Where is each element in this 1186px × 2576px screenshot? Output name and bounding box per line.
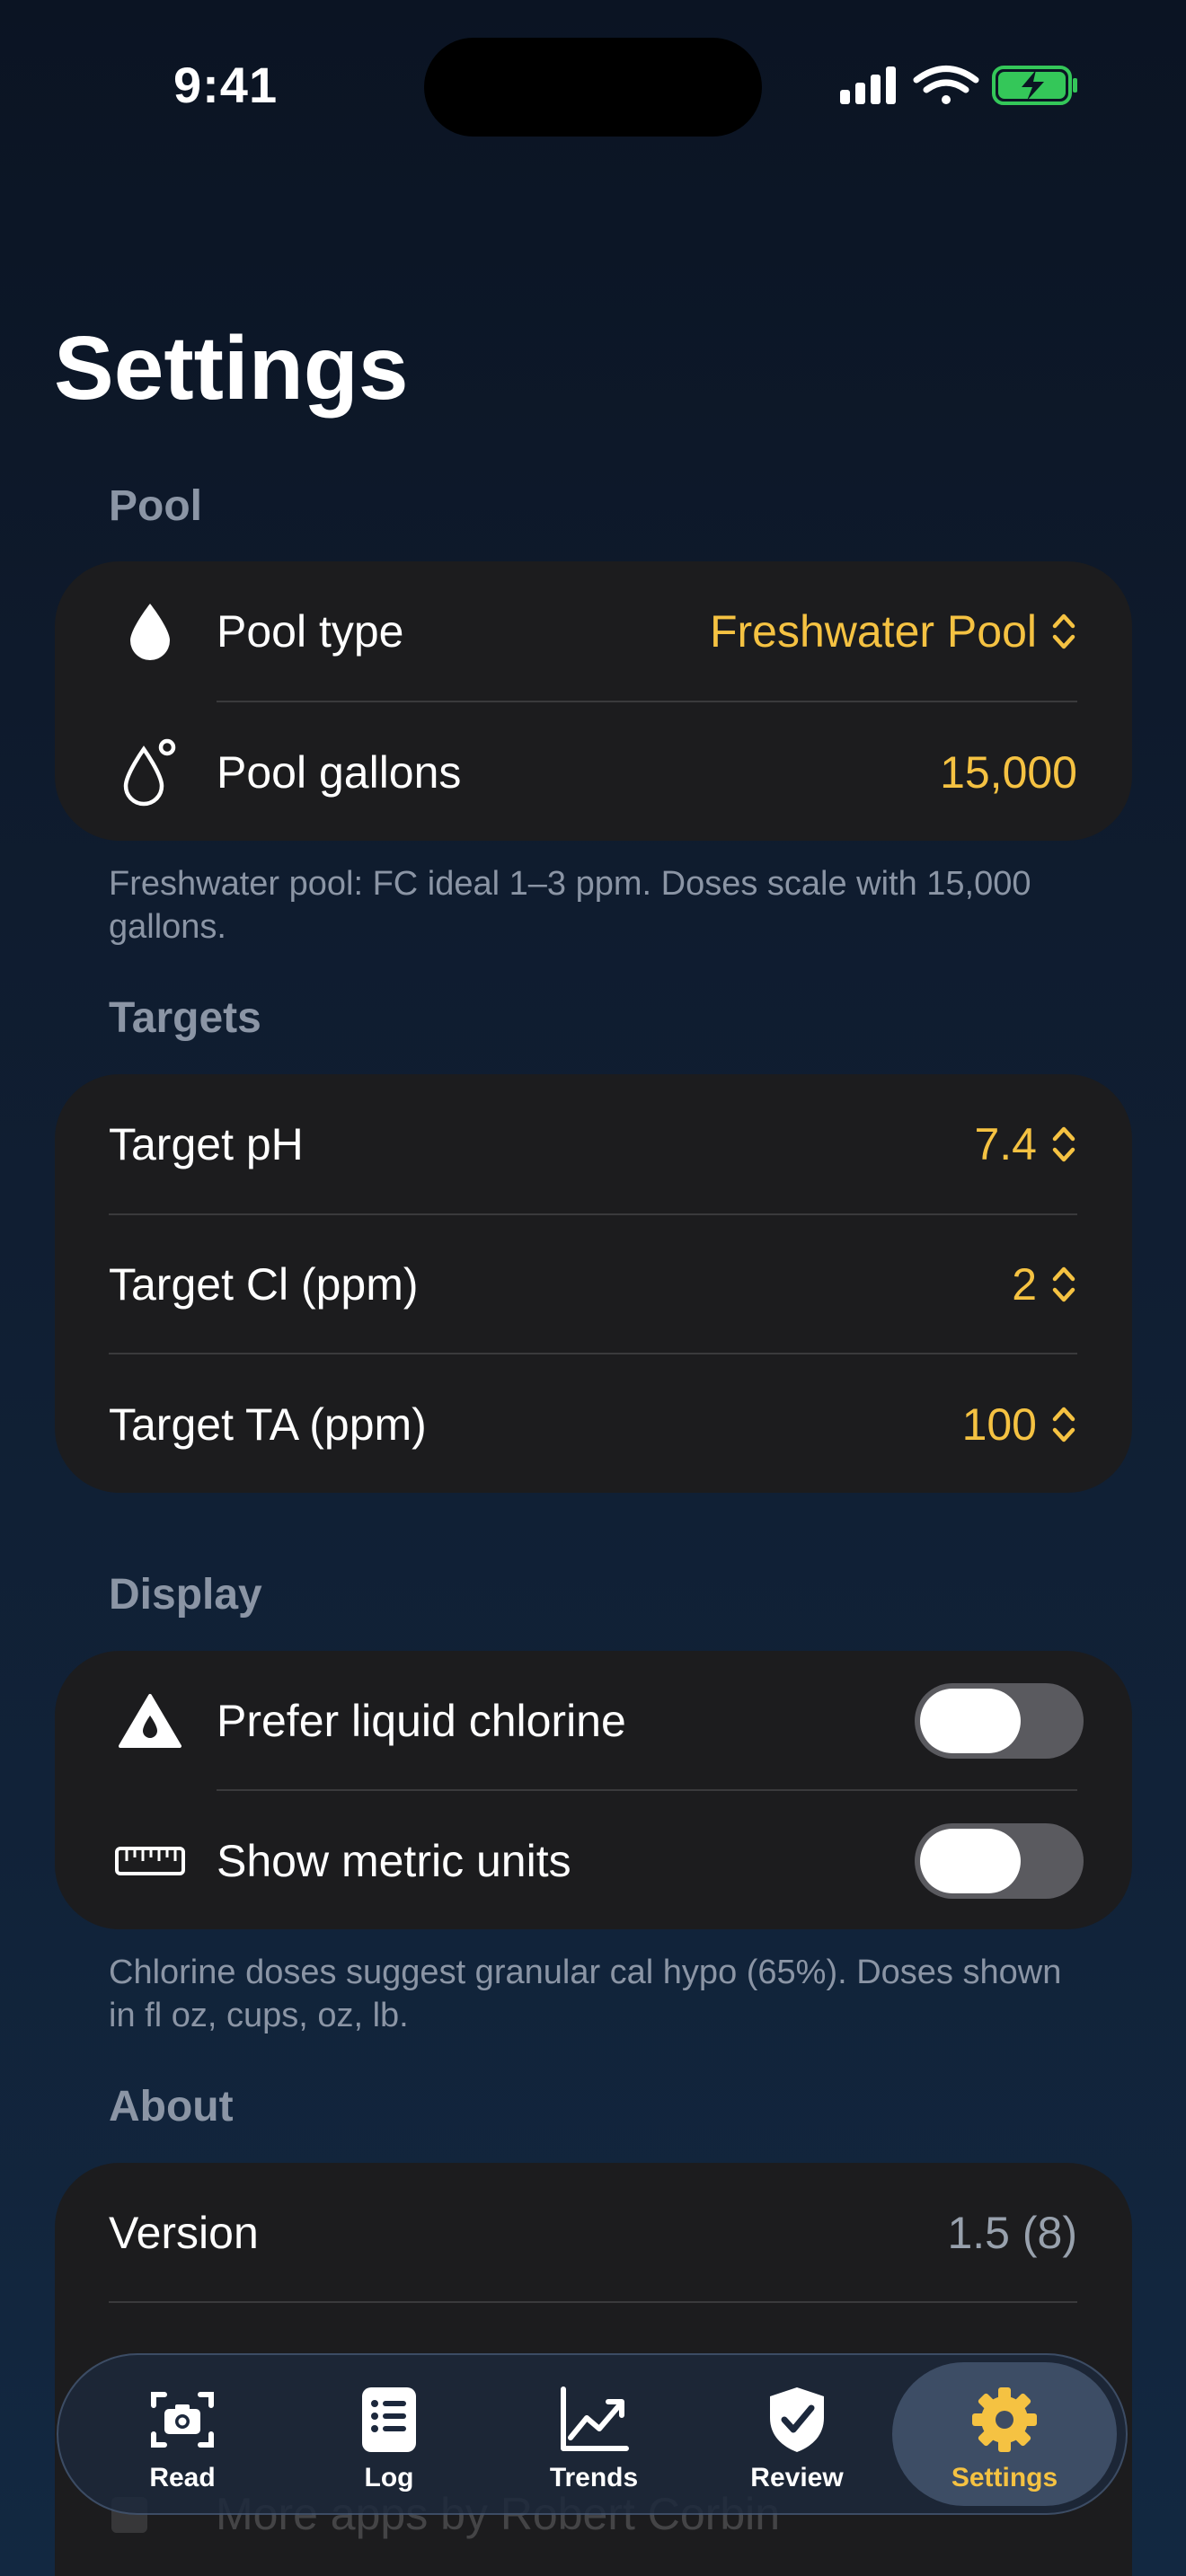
metric-units-row: Show metric units	[55, 1791, 1132, 1929]
tab-label: Trends	[549, 2463, 639, 2492]
display-footnote: Chlorine doses suggest granular cal hypo…	[109, 1954, 1062, 2034]
chevron-up-down-icon	[1052, 1407, 1075, 1442]
target-ph-value: 7.4	[974, 1119, 1037, 1169]
pool-type-row[interactable]: Pool type Freshwater Pool	[55, 561, 1132, 701]
metric-units-label: Show metric units	[217, 1836, 571, 1886]
chevron-up-down-icon	[1052, 613, 1075, 649]
tab-label: Settings	[951, 2463, 1058, 2492]
liquid-chlorine-row: Prefer liquid chlorine	[55, 1651, 1132, 1791]
divider	[109, 2301, 1077, 2303]
cellular-signal-icon	[840, 66, 896, 104]
tab-trends[interactable]: Trends	[500, 2362, 688, 2506]
section-header-pool: Pool	[109, 482, 202, 530]
list-icon	[362, 2387, 416, 2452]
pool-footnote: Freshwater pool: FC ideal 1–3 ppm. Doses…	[109, 865, 1031, 946]
toggle-knob	[920, 1829, 1021, 1893]
display-card: Prefer liquid chlorine Show metric units	[55, 1651, 1132, 1929]
pool-type-label: Pool type	[217, 606, 404, 657]
wifi-icon	[913, 66, 979, 104]
chart-icon	[561, 2386, 629, 2451]
dynamic-island	[424, 38, 762, 137]
section-header-display: Display	[109, 1571, 262, 1619]
version-row: Version 1.5 (8)	[55, 2163, 1132, 2303]
target-cl-row[interactable]: Target Cl (ppm) 2	[55, 1214, 1132, 1354]
page-title: Settings	[54, 318, 409, 419]
tab-review[interactable]: Review	[703, 2362, 891, 2506]
tab-read[interactable]: Read	[88, 2362, 277, 2506]
chevron-up-down-icon	[1052, 1266, 1075, 1302]
targets-card: Target pH 7.4 Target Cl (ppm) 2 Target T…	[55, 1074, 1132, 1493]
version-label: Version	[109, 2208, 259, 2258]
pool-type-value: Freshwater Pool	[709, 606, 1037, 657]
pool-card: Pool type Freshwater Pool Pool gallons 1…	[55, 561, 1132, 841]
gear-icon	[972, 2387, 1037, 2452]
liquid-chlorine-toggle[interactable]	[915, 1683, 1084, 1759]
target-cl-stepper[interactable]: 2	[1012, 1258, 1076, 1310]
camera-icon	[151, 2392, 214, 2448]
target-ta-stepper[interactable]: 100	[962, 1398, 1076, 1451]
target-ta-label: Target TA (ppm)	[109, 1399, 427, 1450]
ruler-icon	[112, 1823, 188, 1899]
target-ta-value: 100	[961, 1399, 1037, 1450]
pool-gallons-row[interactable]: Pool gallons 15,000	[55, 702, 1132, 841]
drop-degree-icon	[112, 735, 188, 810]
status-icons	[840, 63, 1078, 108]
tab-settings[interactable]: Settings	[892, 2362, 1117, 2506]
liquid-chlorine-label: Prefer liquid chlorine	[217, 1696, 626, 1746]
metric-units-toggle[interactable]	[915, 1823, 1084, 1899]
version-value: 1.5 (8)	[947, 2208, 1077, 2258]
pool-gallons-value[interactable]: 15,000	[940, 746, 1077, 798]
pool-type-picker[interactable]: Freshwater Pool	[710, 605, 1076, 657]
shield-check-icon	[770, 2387, 824, 2452]
tab-log[interactable]: Log	[295, 2362, 483, 2506]
target-ph-label: Target pH	[109, 1119, 304, 1169]
tab-label: Read	[149, 2463, 216, 2492]
section-header-targets: Targets	[109, 994, 261, 1042]
status-time: 9:41	[173, 57, 279, 113]
status-bar: 9:41	[0, 0, 1186, 171]
tab-label: Review	[750, 2463, 844, 2492]
battery-icon	[992, 66, 1077, 105]
liquid-drop-triangle-icon	[112, 1683, 188, 1759]
section-header-about: About	[109, 2083, 234, 2130]
target-cl-value: 2	[1012, 1259, 1037, 1310]
target-ta-row[interactable]: Target TA (ppm) 100	[55, 1354, 1132, 1493]
water-drop-icon	[112, 594, 188, 669]
target-ph-stepper[interactable]: 7.4	[974, 1118, 1076, 1170]
toggle-knob	[920, 1689, 1021, 1753]
tab-label: Log	[364, 2463, 414, 2492]
target-cl-label: Target Cl (ppm)	[109, 1259, 419, 1310]
pool-gallons-label: Pool gallons	[217, 747, 462, 798]
chevron-up-down-icon	[1052, 1126, 1075, 1162]
target-ph-row[interactable]: Target pH 7.4	[55, 1074, 1132, 1214]
tab-bar: Read Log Trends Review Settings	[57, 2353, 1128, 2515]
